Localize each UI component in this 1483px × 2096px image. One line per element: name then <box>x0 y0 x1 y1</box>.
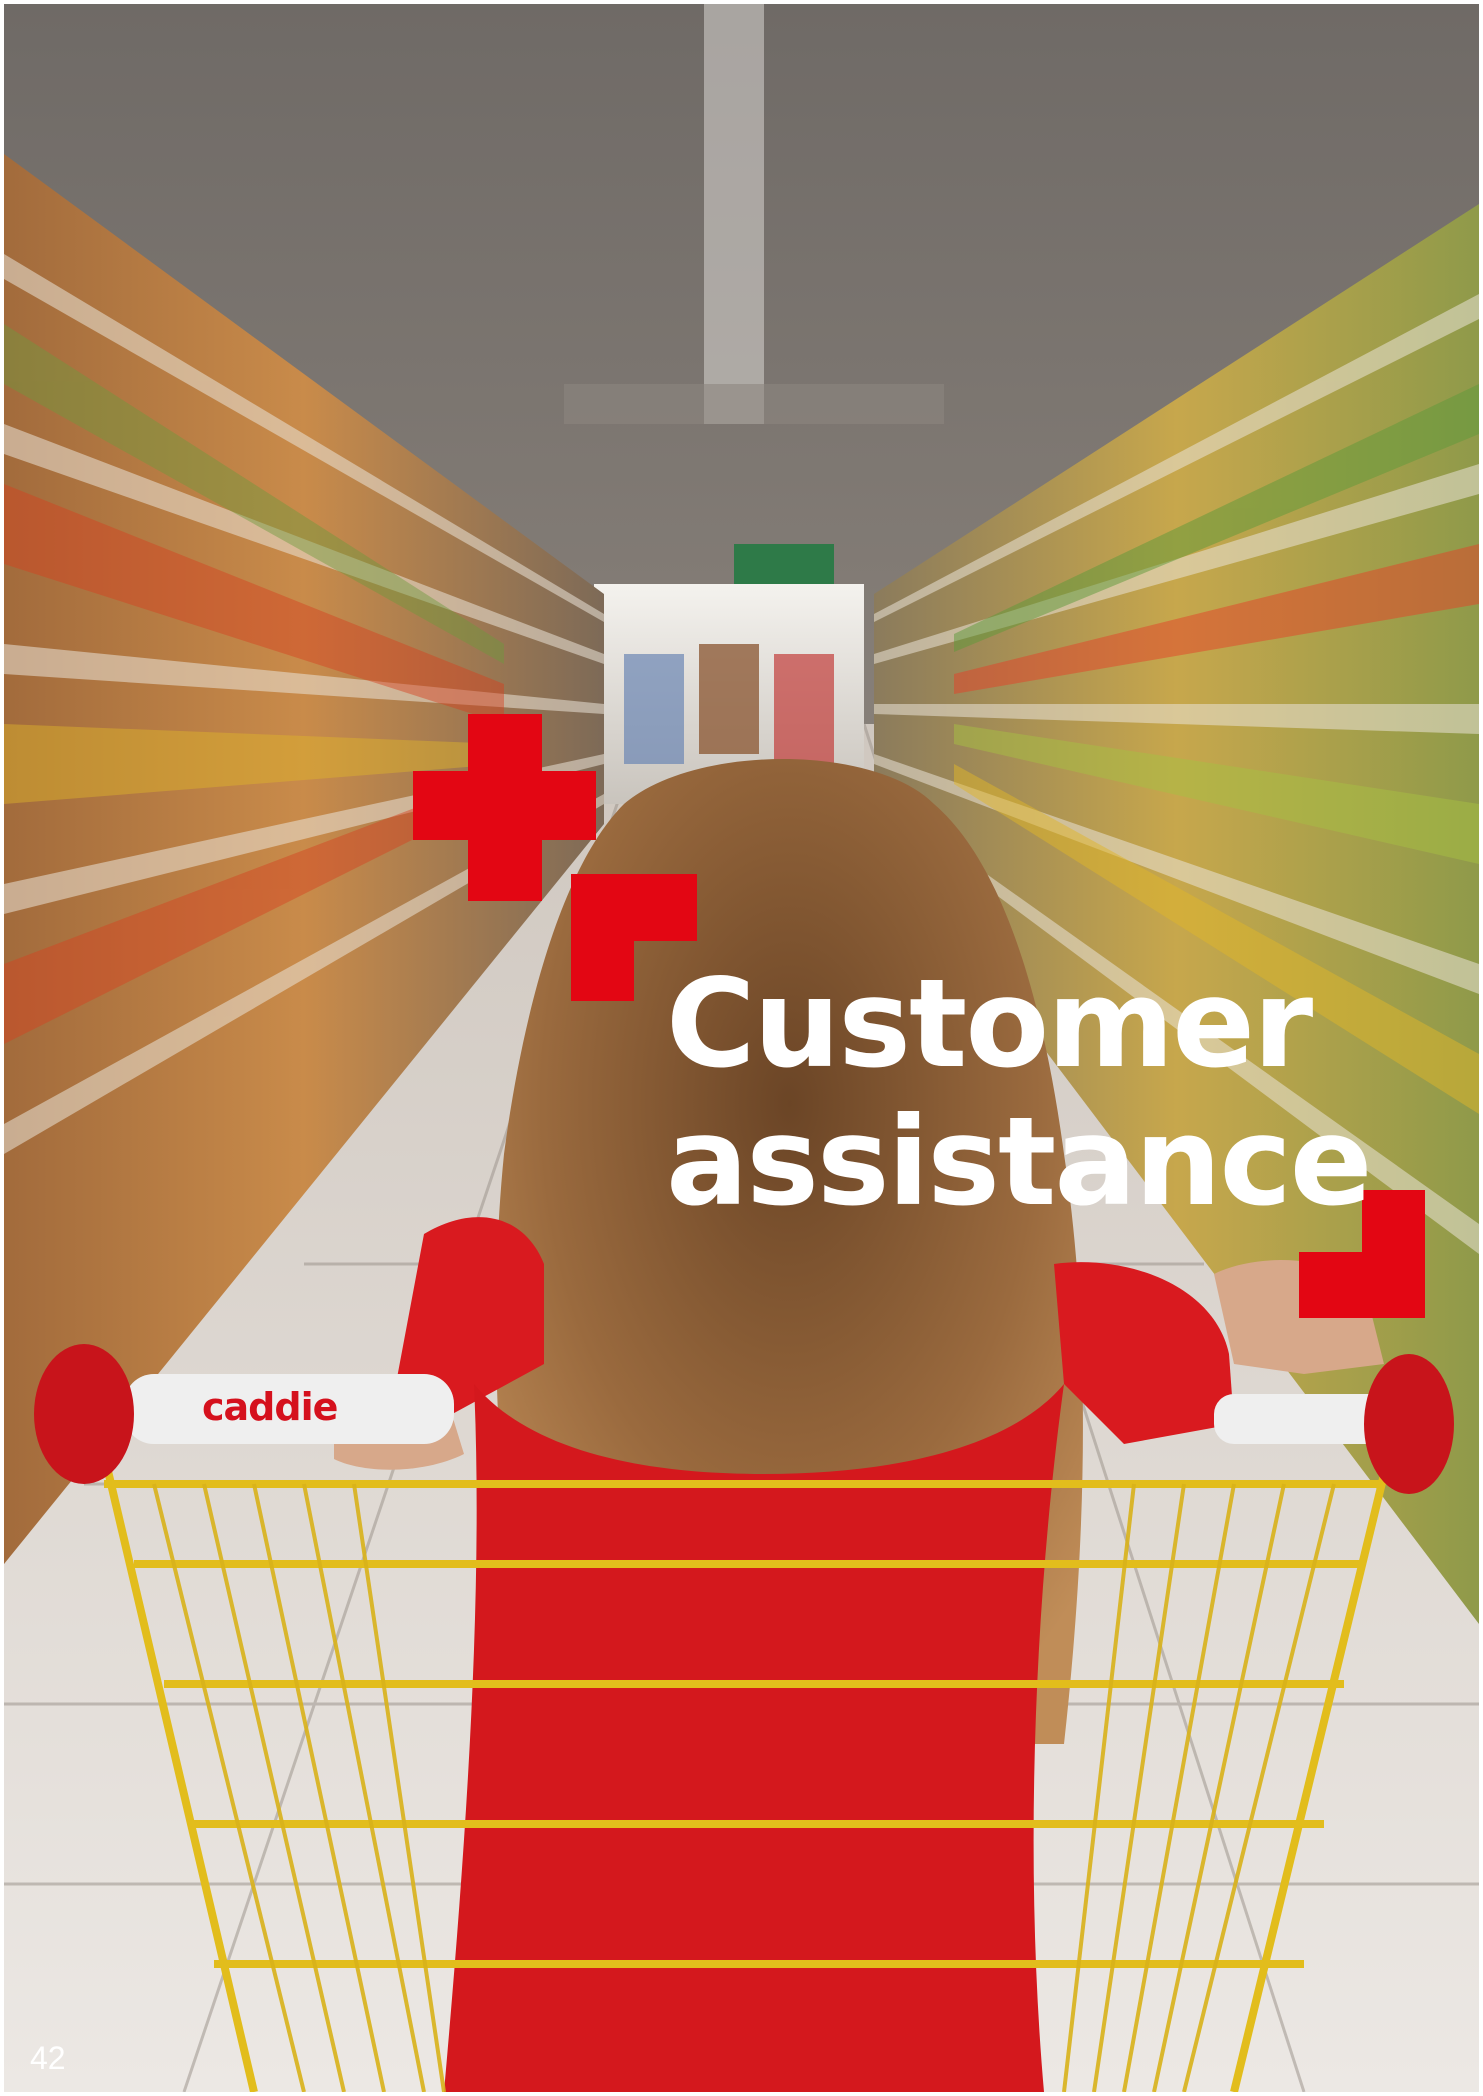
page-title-line-1: Customer <box>666 953 1313 1095</box>
page-title: Customer assistance <box>666 953 1373 1233</box>
accent-cross-vertical <box>468 714 542 901</box>
cart-brand-logo: caddie <box>202 1385 338 1429</box>
page-title-line-2: assistance <box>666 1091 1373 1233</box>
accent-corner-bottom-vertical <box>1362 1190 1425 1318</box>
page-number: 42 <box>30 2040 66 2076</box>
accent-corner-top-vertical <box>571 874 634 1001</box>
